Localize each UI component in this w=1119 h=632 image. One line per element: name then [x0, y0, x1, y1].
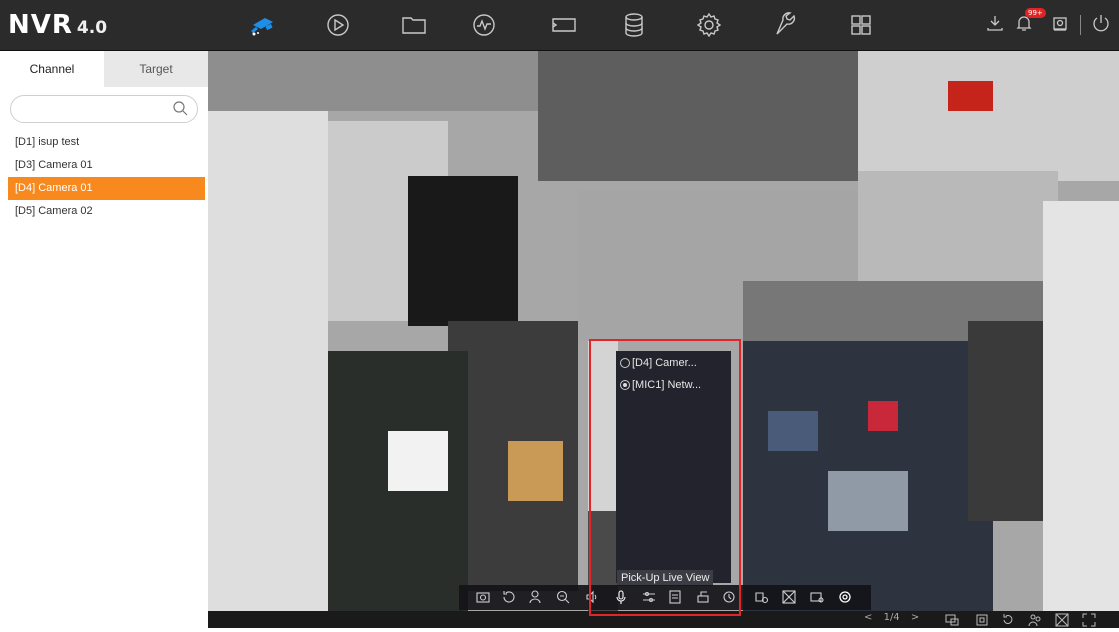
file-folder-icon[interactable] — [398, 9, 430, 41]
next-page-icon[interactable]: > — [911, 612, 919, 623]
prev-page-icon[interactable]: < — [864, 612, 872, 623]
channel-item-d3[interactable]: [D3] Camera 01 — [8, 154, 205, 177]
sidebar-tabs: Channel Target — [0, 51, 208, 87]
live-view-toolbar — [459, 585, 871, 610]
notification-badge: 99+ — [1025, 8, 1046, 18]
multi-window-icon[interactable] — [845, 9, 877, 41]
two-way-audio-icon[interactable] — [527, 589, 543, 605]
auto-switch-icon[interactable] — [1001, 613, 1015, 627]
channel-search-input[interactable] — [21, 100, 170, 120]
download-icon[interactable] — [985, 13, 1005, 38]
fullscreen-icon[interactable] — [1082, 613, 1096, 627]
smart-detection-icon[interactable] — [837, 589, 853, 605]
toolbar-divider — [1080, 15, 1081, 35]
storage-icon[interactable] — [618, 9, 650, 41]
channel-item-d4[interactable]: [D4] Camera 01 — [8, 177, 205, 200]
pickup-audio-popup: [D4] Camer... [MIC1] Netw... — [616, 351, 731, 583]
search-icon[interactable] — [172, 100, 189, 117]
page-indicator: < 1/4 > — [864, 612, 920, 623]
smart-analysis-icon[interactable] — [468, 9, 500, 41]
snapshot-icon[interactable] — [475, 589, 491, 605]
audio-icon[interactable] — [584, 589, 600, 605]
pickup-tooltip: Pick-Up Live View — [617, 570, 714, 586]
channel-list: [D1] isup test [D3] Camera 01 [D4] Camer… — [8, 131, 205, 223]
image-settings-icon[interactable] — [641, 589, 657, 605]
pickup-option-mic[interactable]: [MIC1] Netw... — [620, 379, 701, 391]
radio-camera[interactable] — [620, 358, 630, 368]
fisheye-icon[interactable] — [781, 589, 797, 605]
channel-item-d5[interactable]: [D5] Camera 02 — [8, 200, 205, 223]
instant-playback-icon[interactable] — [501, 589, 517, 605]
top-navigation-bar: NVR 4.0 99+ — [0, 0, 1119, 51]
lock-screen-icon[interactable] — [1050, 13, 1070, 38]
pickup-option-camera[interactable]: [D4] Camer... — [620, 357, 697, 369]
zoom-icon[interactable] — [555, 589, 571, 605]
maintenance-wrench-icon[interactable] — [770, 9, 802, 41]
power-icon[interactable] — [1091, 13, 1111, 38]
record-icon[interactable] — [753, 589, 769, 605]
playback-icon[interactable] — [322, 9, 354, 41]
live-view-camera-icon[interactable] — [247, 9, 279, 41]
tab-channel[interactable]: Channel — [0, 51, 104, 87]
video-settings-icon[interactable] — [809, 589, 825, 605]
tab-target[interactable]: Target — [104, 51, 208, 87]
ptz-control-icon[interactable] — [695, 589, 711, 605]
radio-mic[interactable] — [620, 380, 630, 390]
pickup-microphone-icon[interactable] — [613, 589, 629, 605]
stream-switch-icon[interactable] — [721, 589, 737, 605]
app-logo: NVR 4.0 — [8, 10, 108, 40]
channel-item-d1[interactable]: [D1] isup test — [8, 131, 205, 154]
settings-gear-icon[interactable] — [693, 9, 725, 41]
tag-icon[interactable] — [548, 9, 580, 41]
channel-sidebar: Channel Target [D1] isup test [D3] Camer… — [0, 51, 209, 628]
channel-search-box — [10, 95, 198, 123]
screen-output-icon[interactable] — [945, 613, 959, 627]
layout-icon[interactable] — [1055, 613, 1069, 627]
information-icon[interactable] — [667, 589, 683, 605]
people-counting-icon[interactable] — [1028, 613, 1042, 627]
single-window-icon[interactable] — [975, 613, 989, 627]
